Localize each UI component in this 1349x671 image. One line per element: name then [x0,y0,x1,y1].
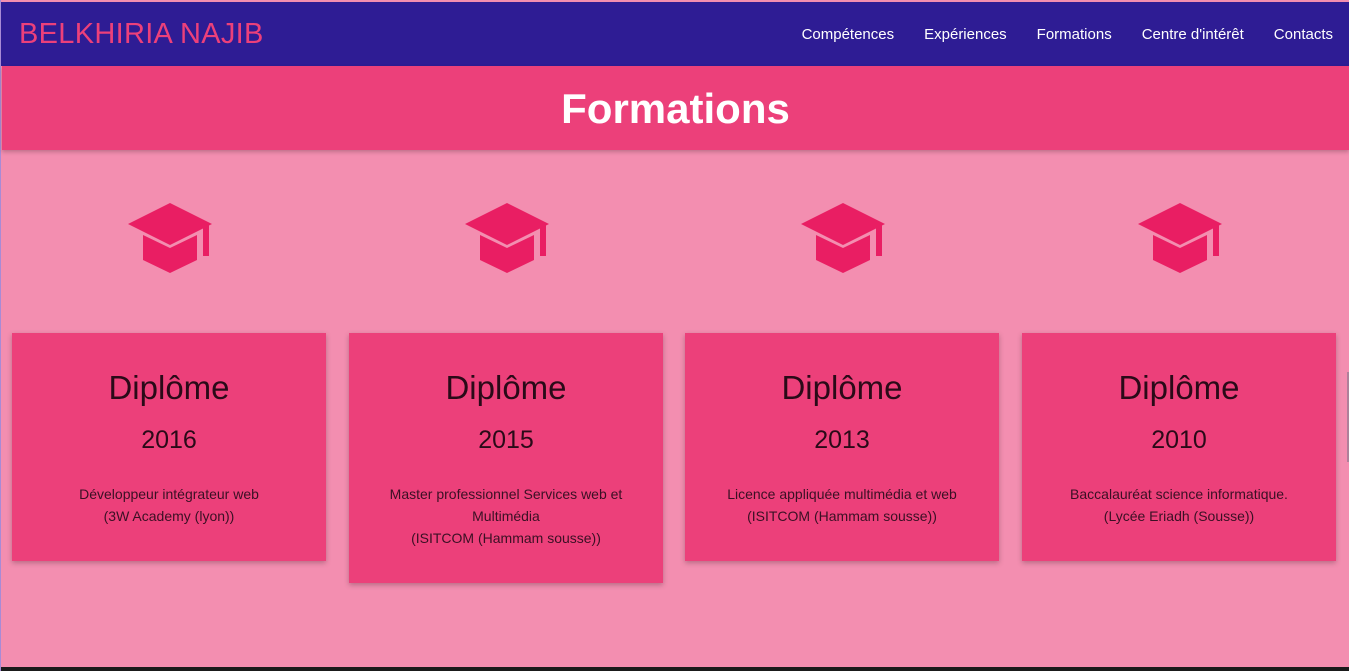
card-title: Diplôme [445,369,567,406]
card-title: Diplôme [781,369,903,406]
nav-link-formations[interactable]: Formations [1037,26,1112,43]
graduation-cap-icon [801,203,885,273]
card-year: 2013 [814,426,870,454]
brand-logo[interactable]: BELKHIRIA NAJIB [19,19,264,49]
diploma-card: Diplôme 2010 Baccalauréat science inform… [1022,333,1336,561]
diploma-card: Diplôme 2016 Développeur intégrateur web… [12,333,326,561]
card-year: 2016 [141,426,197,454]
navbar: BELKHIRIA NAJIB Compétences Expériences … [1,2,1349,66]
card-school: (ISITCOM (Hammam sousse)) [747,508,937,524]
card-title: Diplôme [108,369,230,406]
card-title: Diplôme [1118,369,1240,406]
nav-link-interets[interactable]: Centre d'intérêt [1142,26,1244,43]
diploma-card: Diplôme 2013 Licence appliquée multimédi… [685,333,999,561]
nav-links: Compétences Expériences Formations Centr… [802,26,1333,43]
card-description: Développeur intégrateur web [79,486,259,502]
section-header: Formations [2,66,1349,150]
section-title: Formations [561,85,790,132]
page: BELKHIRIA NAJIB Compétences Expériences … [0,0,1349,671]
graduation-cap-icon [1138,203,1222,273]
nav-link-contacts[interactable]: Contacts [1274,26,1333,43]
card-description: Baccalauréat science informatique. [1070,486,1288,502]
graduation-cap-icon [128,203,212,273]
card-year: 2010 [1151,426,1207,454]
graduation-cap-icon [465,203,549,273]
card-description: Master professionnel Services web et Mul… [389,486,623,524]
window-bottom-edge [1,667,1349,671]
nav-link-experiences[interactable]: Expériences [924,26,1007,43]
diploma-card: Diplôme 2015 Master professionnel Servic… [349,333,663,583]
card-description: Licence appliquée multimédia et web [727,486,957,502]
card-school: (3W Academy (lyon)) [103,508,235,524]
card-school: (Lycée Eriadh (Sousse)) [1103,508,1255,524]
card-school: (ISITCOM (Hammam sousse)) [411,530,601,546]
card-year: 2015 [478,426,534,454]
nav-link-competences[interactable]: Compétences [802,26,895,43]
